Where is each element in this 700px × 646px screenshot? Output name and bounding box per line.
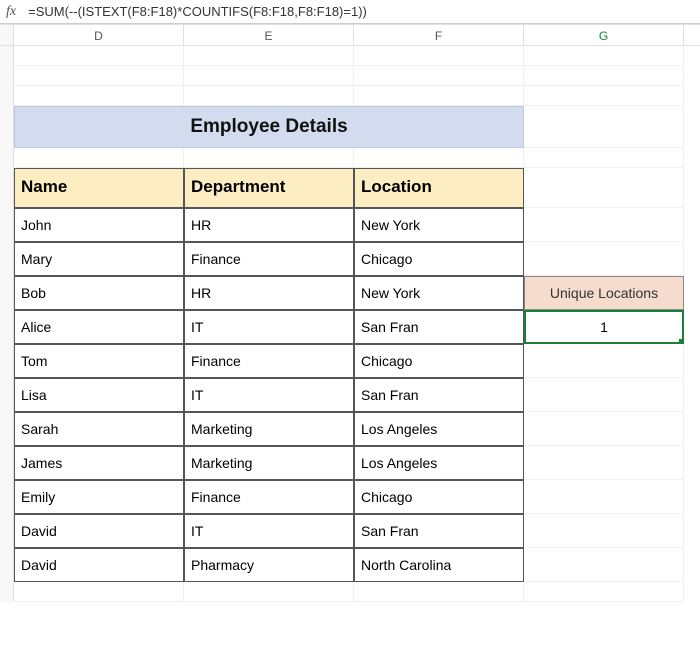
cell[interactable] bbox=[524, 344, 684, 378]
cell[interactable] bbox=[184, 86, 354, 106]
table-cell-location[interactable]: San Fran bbox=[354, 514, 524, 548]
cell[interactable] bbox=[524, 446, 684, 480]
cell[interactable] bbox=[184, 66, 354, 86]
cell[interactable] bbox=[14, 148, 184, 168]
table-cell-department[interactable]: HR bbox=[184, 208, 354, 242]
cell[interactable] bbox=[14, 66, 184, 86]
cell[interactable] bbox=[524, 480, 684, 514]
cell[interactable] bbox=[524, 86, 684, 106]
cell[interactable] bbox=[524, 582, 684, 602]
table-cell-location[interactable]: Chicago bbox=[354, 480, 524, 514]
table-cell-department[interactable]: Pharmacy bbox=[184, 548, 354, 582]
table-cell-location[interactable]: Chicago bbox=[354, 344, 524, 378]
table-cell-name[interactable]: Sarah bbox=[14, 412, 184, 446]
column-headers: D E F G bbox=[0, 24, 700, 46]
table-cell-department[interactable]: Marketing bbox=[184, 412, 354, 446]
cell[interactable] bbox=[524, 66, 684, 86]
unique-locations-value[interactable]: 1 bbox=[524, 310, 684, 344]
cell[interactable] bbox=[354, 66, 524, 86]
header-department[interactable]: Department bbox=[184, 168, 354, 208]
cell[interactable] bbox=[184, 46, 354, 66]
cell[interactable] bbox=[524, 46, 684, 66]
cell[interactable] bbox=[14, 582, 184, 602]
table-cell-department[interactable]: IT bbox=[184, 378, 354, 412]
cell[interactable] bbox=[524, 548, 684, 582]
table-cell-name[interactable]: David bbox=[14, 548, 184, 582]
table-cell-department[interactable]: Finance bbox=[184, 480, 354, 514]
fx-icon[interactable]: fx bbox=[6, 4, 16, 20]
table-cell-name[interactable]: Tom bbox=[14, 344, 184, 378]
table-cell-department[interactable]: Marketing bbox=[184, 446, 354, 480]
cell[interactable] bbox=[14, 86, 184, 106]
cell[interactable] bbox=[524, 514, 684, 548]
cells-area: Employee Details Name Department Locatio… bbox=[14, 46, 700, 602]
cell[interactable] bbox=[524, 378, 684, 412]
table-cell-department[interactable]: Finance bbox=[184, 344, 354, 378]
table-cell-name[interactable]: Emily bbox=[14, 480, 184, 514]
table-cell-department[interactable]: Finance bbox=[184, 242, 354, 276]
table-cell-location[interactable]: Chicago bbox=[354, 242, 524, 276]
table-cell-department[interactable]: IT bbox=[184, 514, 354, 548]
table-cell-name[interactable]: David bbox=[14, 514, 184, 548]
table-cell-name[interactable]: James bbox=[14, 446, 184, 480]
cell[interactable] bbox=[524, 148, 684, 168]
col-header-d[interactable]: D bbox=[14, 25, 184, 45]
table-cell-location[interactable]: New York bbox=[354, 276, 524, 310]
table-cell-location[interactable]: San Fran bbox=[354, 378, 524, 412]
row-headers bbox=[0, 46, 14, 602]
table-cell-location[interactable]: San Fran bbox=[354, 310, 524, 344]
table-cell-department[interactable]: HR bbox=[184, 276, 354, 310]
table-cell-name[interactable]: Alice bbox=[14, 310, 184, 344]
cell[interactable] bbox=[14, 46, 184, 66]
col-header-f[interactable]: F bbox=[354, 25, 524, 45]
spreadsheet-grid: D E F G bbox=[0, 24, 700, 602]
cell[interactable] bbox=[354, 46, 524, 66]
table-cell-name[interactable]: Bob bbox=[14, 276, 184, 310]
title-cell[interactable]: Employee Details bbox=[14, 106, 524, 148]
cell[interactable] bbox=[524, 412, 684, 446]
cell[interactable] bbox=[354, 148, 524, 168]
table-cell-location[interactable]: Los Angeles bbox=[354, 446, 524, 480]
cell[interactable] bbox=[184, 582, 354, 602]
cell[interactable] bbox=[524, 208, 684, 242]
table-cell-location[interactable]: New York bbox=[354, 208, 524, 242]
unique-locations-label[interactable]: Unique Locations bbox=[524, 276, 684, 310]
formula-bar: fx bbox=[0, 0, 700, 24]
table-cell-location[interactable]: North Carolina bbox=[354, 548, 524, 582]
cell[interactable] bbox=[184, 148, 354, 168]
table-cell-name[interactable]: Lisa bbox=[14, 378, 184, 412]
table-cell-department[interactable]: IT bbox=[184, 310, 354, 344]
cell[interactable] bbox=[524, 242, 684, 276]
cell[interactable] bbox=[354, 582, 524, 602]
col-header-g[interactable]: G bbox=[524, 25, 684, 45]
header-location[interactable]: Location bbox=[354, 168, 524, 208]
cell[interactable] bbox=[354, 86, 524, 106]
cell[interactable] bbox=[524, 106, 684, 148]
table-cell-name[interactable]: John bbox=[14, 208, 184, 242]
table-cell-location[interactable]: Los Angeles bbox=[354, 412, 524, 446]
header-name[interactable]: Name bbox=[14, 168, 184, 208]
col-header-e[interactable]: E bbox=[184, 25, 354, 45]
corner-cell[interactable] bbox=[0, 25, 14, 45]
formula-input[interactable] bbox=[26, 2, 694, 21]
table-cell-name[interactable]: Mary bbox=[14, 242, 184, 276]
cell[interactable] bbox=[524, 168, 684, 208]
